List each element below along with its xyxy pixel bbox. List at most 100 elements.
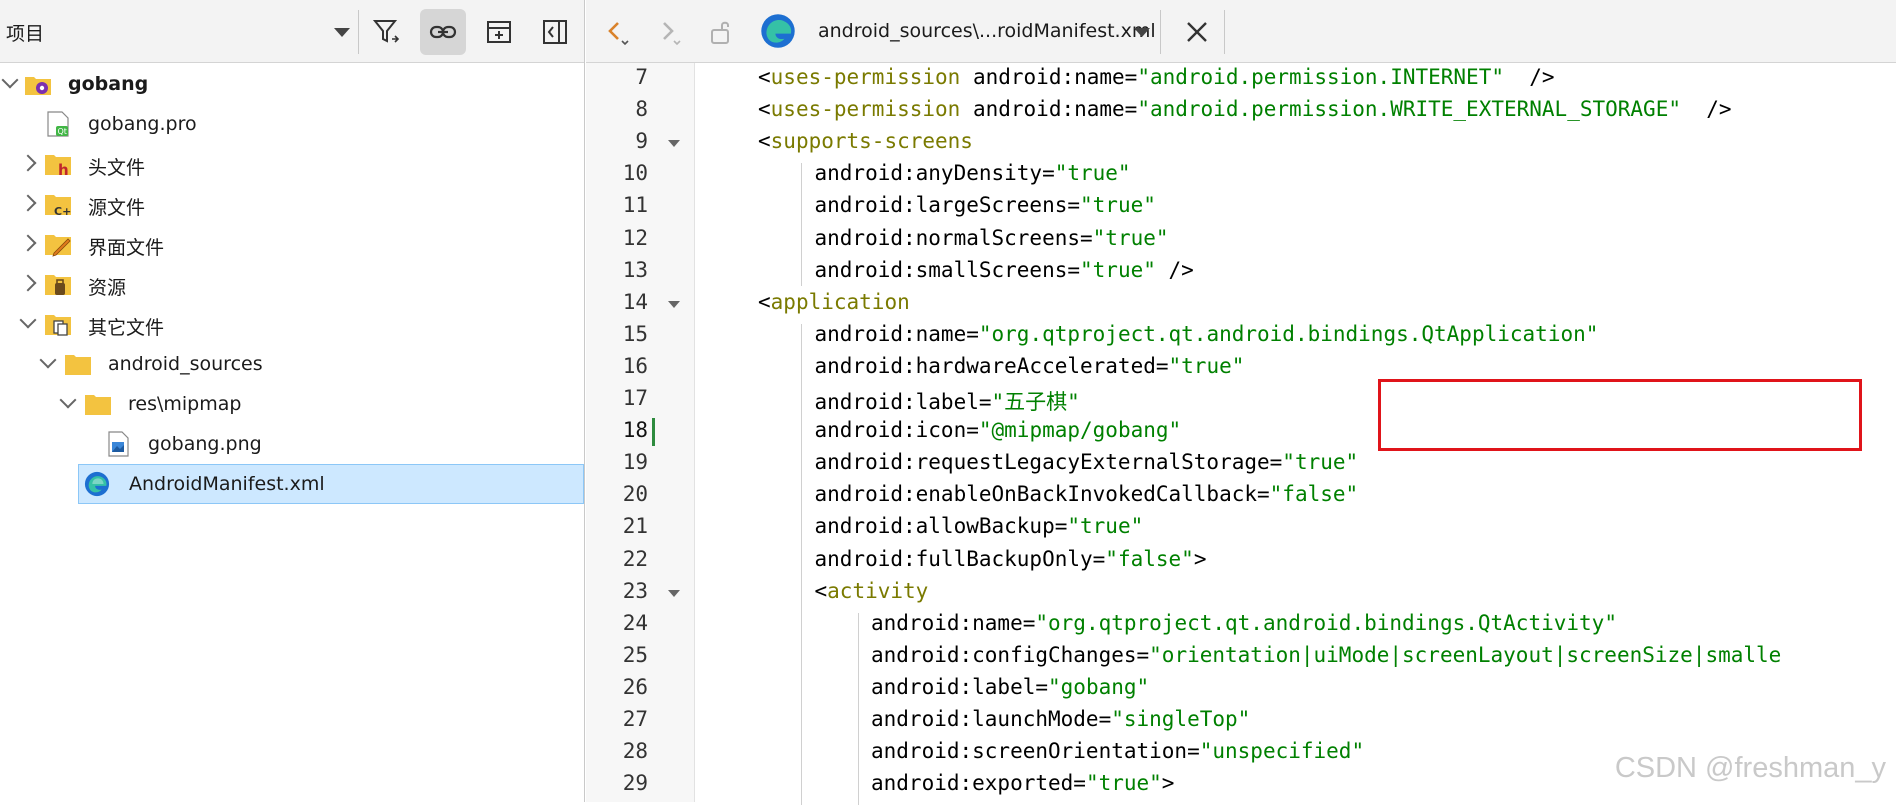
line-number: 20 — [622, 482, 648, 507]
line-number: 16 — [622, 353, 648, 378]
line-number: 11 — [622, 193, 648, 218]
tree-item-gobang-png[interactable]: gobang.png — [0, 424, 584, 464]
tree-item-other-files[interactable]: 其它文件 — [0, 304, 584, 344]
gutter-border — [694, 63, 695, 802]
xml-tag: supports-screens — [770, 129, 973, 154]
tree-item-label: res\mipmap — [128, 393, 242, 415]
xml-string: "org.qtproject.qt.android.bindings.QtApp… — [978, 321, 1599, 346]
chevron-down-icon[interactable] — [1, 71, 19, 89]
xml-string: "true" — [1085, 771, 1162, 796]
code-line[interactable]: android:configChanges="orientation|uiMod… — [871, 643, 1781, 667]
navigate-back-button[interactable] — [594, 9, 640, 55]
xml-text: android:name= — [814, 321, 979, 346]
tree-item-android-sources[interactable]: android_sources — [0, 344, 584, 384]
file-lock-button[interactable] — [698, 9, 744, 55]
xml-string: "gobang" — [1048, 674, 1150, 699]
code-line[interactable]: android:enableOnBackInvokedCallback="fal… — [815, 482, 1359, 506]
tree-item-android-manifest[interactable]: AndroidManifest.xml — [78, 464, 584, 504]
code-line[interactable]: android:icon="@mipmap/gobang" — [815, 418, 1182, 442]
chevron-down-icon[interactable] — [19, 311, 37, 329]
edge-xml-icon — [761, 14, 795, 48]
other-files-folder-icon — [45, 315, 71, 336]
qt-pro-file-icon: Qt — [47, 111, 69, 137]
code-line[interactable]: android:name="org.qtproject.qt.android.b… — [871, 611, 1617, 635]
svg-text:C++: C++ — [54, 205, 72, 217]
code-line[interactable]: <supports-screens — [758, 129, 973, 153]
code-line[interactable]: android:name="org.qtproject.qt.android.b… — [815, 322, 1599, 346]
xml-text: android:allowBackup= — [814, 514, 1068, 539]
code-line[interactable]: android:normalScreens="true" — [815, 226, 1169, 250]
chevron-down-icon[interactable] — [59, 391, 77, 409]
tree-item-forms[interactable]: 界面文件 — [0, 224, 584, 264]
chevron-down-icon[interactable] — [1134, 28, 1150, 37]
tree-item-sources[interactable]: C++ 源文件 — [0, 184, 584, 224]
code-line[interactable]: android:largeScreens="true" — [815, 193, 1156, 217]
fold-marker-icon[interactable] — [668, 589, 680, 597]
open-file-selector[interactable]: android_sources\...roidManifest.xml — [818, 20, 1156, 42]
tree-item-gobang[interactable]: gobang — [0, 64, 584, 104]
xml-tag: uses-permission — [770, 97, 961, 122]
chevron-right-icon[interactable] — [19, 234, 37, 252]
code-line[interactable]: android:hardwareAccelerated="true" — [815, 354, 1245, 378]
code-line[interactable]: <uses-permission android:name="android.p… — [758, 97, 1732, 121]
chevron-right-icon[interactable] — [19, 274, 37, 292]
close-document-button[interactable] — [1174, 9, 1220, 55]
forms-folder-icon — [45, 235, 71, 257]
code-line[interactable]: android:fullBackupOnly="false"> — [815, 547, 1207, 571]
project-view-selector-label[interactable]: 项目 — [6, 19, 44, 46]
line-number: 18 — [622, 418, 648, 443]
code-line[interactable]: android:allowBackup="true" — [815, 514, 1144, 538]
code-line[interactable]: android:anyDensity="true" — [815, 161, 1131, 185]
xml-text: /> — [1155, 257, 1194, 282]
code-line[interactable]: android:label="gobang" — [871, 675, 1149, 699]
folder-icon — [65, 355, 91, 375]
tree-item-res-mipmap[interactable]: res\mipmap — [0, 384, 584, 424]
image-file-icon — [108, 431, 129, 457]
toolbar-divider — [1160, 10, 1161, 54]
collapse-sidebar-icon — [543, 20, 567, 44]
xml-text: < — [814, 578, 828, 603]
xml-text: android:exported= — [871, 771, 1086, 796]
link-icon — [429, 25, 457, 39]
line-number: 15 — [622, 321, 648, 346]
close-sidebar-button[interactable] — [532, 9, 578, 55]
line-number: 17 — [622, 386, 648, 410]
xml-text: android:launchMode= — [871, 707, 1112, 731]
code-line[interactable]: android:screenOrientation="unspecified" — [871, 739, 1364, 763]
xml-string: "true" — [1054, 161, 1131, 186]
code-line[interactable]: android:label="五子棋" — [815, 386, 1080, 416]
fold-marker-icon[interactable] — [668, 140, 680, 148]
code-line[interactable]: <uses-permission android:name="android.p… — [758, 65, 1555, 89]
annotation-highlight-box — [1378, 379, 1862, 451]
xml-text: < — [758, 289, 771, 314]
filter-icon — [372, 20, 400, 43]
split-view-button[interactable] — [476, 9, 522, 55]
editor-toolbar: android_sources\...roidManifest.xml — [586, 0, 1896, 63]
line-number: 27 — [622, 707, 648, 731]
code-line[interactable]: android:launchMode="singleTop" — [871, 707, 1250, 731]
code-line[interactable]: <activity — [815, 579, 929, 603]
chevron-down-icon[interactable] — [334, 28, 350, 37]
code-line[interactable]: android:exported="true"> — [871, 771, 1174, 795]
tree-item-gobang-pro[interactable]: Qt gobang.pro — [0, 104, 584, 144]
xml-text: android:icon= — [814, 418, 979, 443]
line-number: 28 — [622, 739, 648, 764]
tree-item-resources[interactable]: 资源 — [0, 264, 584, 304]
filter-tree-button[interactable] — [364, 9, 410, 55]
chevron-down-icon[interactable] — [39, 351, 57, 369]
fold-marker-icon[interactable] — [668, 300, 680, 308]
navigate-forward-button[interactable] — [646, 9, 692, 55]
code-line[interactable]: <application — [758, 290, 910, 314]
code-line[interactable]: android:smallScreens="true" /> — [815, 258, 1194, 282]
line-number: 24 — [622, 610, 648, 635]
forward-arrow-icon — [663, 22, 681, 46]
xml-text: android:anyDensity= — [814, 161, 1055, 186]
link-with-editor-button[interactable] — [420, 9, 466, 55]
folder-icon — [85, 395, 111, 415]
chevron-right-icon[interactable] — [19, 154, 37, 172]
chevron-right-icon[interactable] — [19, 194, 37, 212]
xml-string: "org.qtproject.qt.android.bindings.QtAct… — [1035, 610, 1617, 635]
tree-item-headers[interactable]: h 头文件 — [0, 144, 584, 184]
tree-item-label: 界面文件 — [88, 237, 165, 259]
code-line[interactable]: android:requestLegacyExternalStorage="tr… — [815, 450, 1359, 474]
